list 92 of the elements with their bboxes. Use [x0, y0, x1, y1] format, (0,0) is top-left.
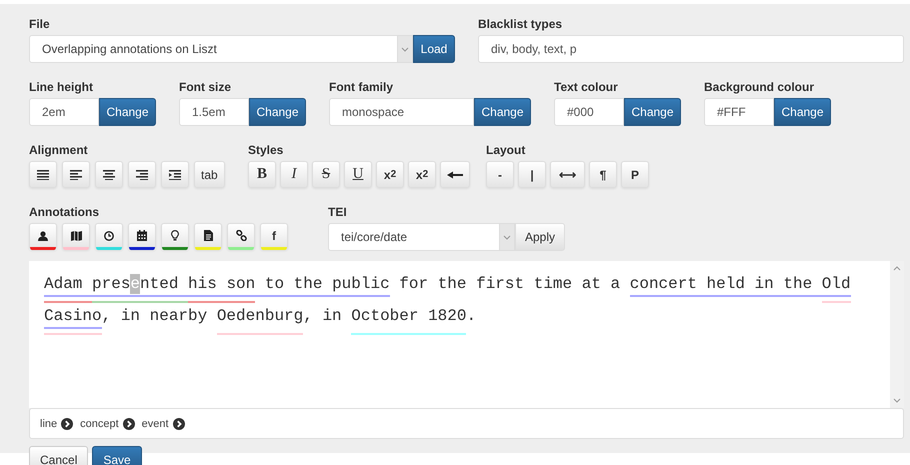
scroll-down-icon: [401, 46, 409, 52]
style-button[interactable]: U: [344, 161, 372, 188]
field-label: File: [29, 16, 50, 32]
field-label: Font family: [329, 79, 394, 95]
breadcrumb-link[interactable]: event: [142, 418, 169, 430]
align-button[interactable]: [161, 161, 189, 188]
style-button[interactable]: I: [280, 161, 308, 188]
cancel-button[interactable]: Cancel: [29, 446, 88, 465]
editor-area[interactable]: Adam presented his son to the public for the first time at a concert held in the Old Casino, in nearby Oedenburg, in October 1820.: [29, 261, 904, 408]
annotation-button[interactable]: [161, 223, 189, 250]
person-icon: [38, 230, 48, 240]
field-label: Line height: [29, 79, 93, 95]
align-button[interactable]: [95, 161, 123, 188]
setting-field[interactable]: #FFF: [704, 98, 774, 126]
setting-field[interactable]: #000: [554, 98, 624, 126]
layout-button[interactable]: -: [486, 161, 514, 188]
style-button[interactable]: B: [248, 161, 276, 188]
change-button[interactable]: Change: [99, 98, 156, 126]
align-left-icon: [70, 170, 82, 180]
change-button[interactable]: Change: [249, 98, 306, 126]
annotation-button[interactable]: f: [260, 223, 288, 250]
editor-text: , in: [303, 306, 343, 326]
editor-text: Adam: [44, 274, 84, 294]
change-button[interactable]: Change: [474, 98, 531, 126]
annotation-button[interactable]: [194, 223, 222, 250]
setting-field[interactable]: 2em: [29, 98, 99, 126]
editor-text: Oedenburg: [216, 306, 304, 326]
chevron-circle-icon: [61, 418, 74, 430]
setting-field[interactable]: monospace: [329, 98, 474, 126]
editor-text: October 1820: [351, 306, 466, 326]
field-label: Blacklist types: [478, 16, 562, 32]
field-label: Background colour: [704, 79, 814, 95]
annotation-button[interactable]: [29, 223, 57, 250]
field-label: Layout: [486, 142, 526, 158]
align-center-icon: [103, 170, 115, 180]
annotation-button[interactable]: [95, 223, 123, 250]
save-button[interactable]: Save: [92, 446, 142, 465]
indent-icon: [169, 170, 181, 180]
editor-text: for the first time at a: [398, 274, 622, 294]
align-button[interactable]: [29, 161, 57, 188]
breadcrumb-link[interactable]: concept: [80, 418, 119, 430]
layout-button[interactable]: |: [518, 161, 546, 188]
tei-dropdown[interactable]: tei/core/date: [328, 223, 515, 251]
field-label: TEI: [328, 204, 347, 220]
annotation-button[interactable]: [62, 223, 90, 250]
link-icon: [236, 230, 246, 241]
apply-button[interactable]: Apply: [515, 223, 566, 251]
editor-text: .: [466, 306, 476, 326]
align-button[interactable]: [62, 161, 90, 188]
align-right-icon: [136, 170, 148, 180]
layout-button[interactable]: ⟷: [550, 161, 585, 188]
layout-button[interactable]: P: [621, 161, 649, 188]
map-icon: [70, 230, 82, 240]
editor-text: Casino: [44, 306, 102, 326]
editor-text: e: [130, 274, 140, 294]
annotation-button[interactable]: [128, 223, 156, 250]
field-label: Annotations: [29, 204, 99, 220]
field-label: Alignment: [29, 142, 88, 158]
clock-icon: [104, 230, 114, 240]
justify-icon: [37, 170, 49, 180]
editor-text: pres: [92, 274, 130, 294]
tab-button[interactable]: tab: [194, 161, 225, 188]
document-icon: [204, 230, 212, 241]
scroll-up-icon: [893, 265, 901, 272]
annotation-button[interactable]: [227, 223, 255, 250]
editor-text: his son: [188, 274, 256, 294]
lightbulb-icon: [171, 230, 179, 241]
change-button[interactable]: Change: [774, 98, 831, 126]
blacklist-field[interactable]: div, body, text, p: [478, 35, 904, 63]
change-button[interactable]: Change: [624, 98, 681, 126]
scroll-down-icon: [503, 234, 511, 240]
editor-text: Old: [822, 274, 851, 294]
style-button[interactable]: S: [312, 161, 340, 188]
editor-text: , in nearby: [102, 306, 208, 326]
chevron-circle-icon: [122, 418, 135, 430]
file-dropdown[interactable]: Overlapping annotations on Liszt: [29, 35, 413, 63]
scroll-down-icon: [893, 397, 901, 404]
setting-field[interactable]: 1.5em: [179, 98, 249, 126]
style-button[interactable]: [440, 161, 470, 188]
field-label: Font size: [179, 79, 232, 95]
layout-button[interactable]: ¶: [589, 161, 617, 188]
chevron-circle-icon: [172, 418, 185, 430]
calendar-icon: [137, 230, 147, 241]
field-label: Text colour: [554, 79, 618, 95]
editor-text: concert held in the: [630, 274, 814, 294]
field-label: Styles: [248, 142, 284, 158]
load-button[interactable]: Load: [413, 35, 455, 63]
arrow-left-icon: [447, 170, 463, 178]
breadcrumb-link[interactable]: line: [40, 418, 58, 430]
editor-text: nted: [140, 274, 180, 294]
editor-text: to the public: [264, 274, 390, 294]
align-button[interactable]: [128, 161, 156, 188]
